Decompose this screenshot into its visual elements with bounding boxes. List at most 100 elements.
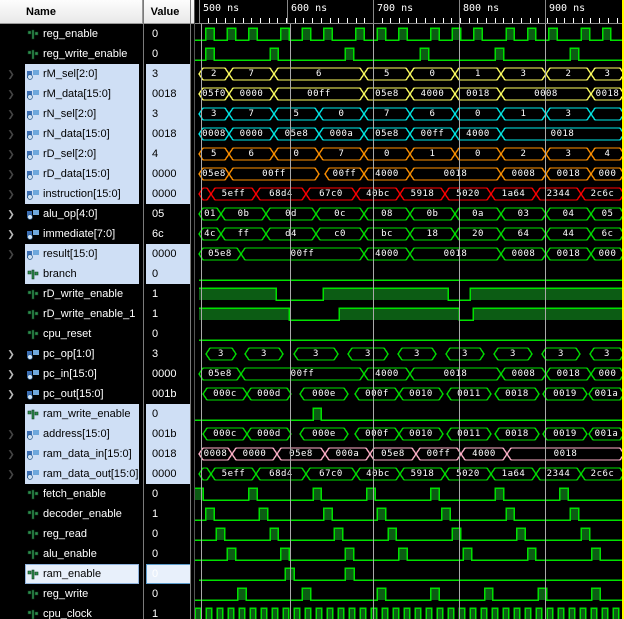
signal-name-cell[interactable]: reg_enable — [0, 24, 143, 44]
signal-row[interactable]: alu_enable 0 — [0, 544, 195, 564]
waveform-row[interactable] — [195, 544, 624, 564]
signal-name-cell[interactable]: reg_read — [0, 524, 143, 544]
signal-row[interactable]: ❯ rM_data[15:0] 0018 — [0, 84, 195, 104]
signal-row[interactable]: ❯ address[15:0] 001b — [0, 424, 195, 444]
signal-value-cell[interactable]: 0 — [143, 44, 195, 64]
waveform-row[interactable]: 5eff 68d4 67c0 40bc 5918 5020 1a64 2344 2c6c — [195, 184, 624, 204]
signal-row[interactable]: ❯ rM_sel[2:0] 3 — [0, 64, 195, 84]
signal-value-cell[interactable]: 0 — [143, 404, 195, 424]
signal-value-cell[interactable]: 05 — [143, 204, 195, 224]
signal-value-cell[interactable]: 001b — [143, 424, 195, 444]
signal-row[interactable]: ❯ immediate[7:0] 6c — [0, 224, 195, 244]
time-cursor[interactable] — [545, 24, 546, 619]
signal-value-cell[interactable]: 0 — [143, 484, 195, 504]
signal-value-cell[interactable]: 0000 — [143, 364, 195, 384]
signal-row[interactable]: ram_enable 0 — [0, 564, 195, 584]
signal-name-cell[interactable]: ❯ rM_data[15:0] — [0, 84, 143, 104]
signal-row[interactable]: ❯ rN_sel[2:0] 3 — [0, 104, 195, 124]
signal-name-cell[interactable]: reg_write_enable — [0, 44, 143, 64]
signal-value-cell[interactable]: 0000 — [143, 164, 195, 184]
waveform-row[interactable]: 05e8 00ff 4000 0018 0008 0018 000 — [195, 244, 624, 264]
signal-row[interactable]: ❯ rD_data[15:0] 0000 — [0, 164, 195, 184]
signal-name-cell[interactable]: ❯ immediate[7:0] — [0, 224, 143, 244]
signal-value-cell[interactable]: 0 — [143, 24, 195, 44]
time-ruler[interactable]: 500 ns 600 ns 700 ns 800 ns 900 ns — [195, 0, 624, 24]
chevron-right-icon[interactable]: ❯ — [5, 364, 17, 384]
signal-value-cell[interactable]: 1 — [143, 304, 195, 324]
waveform-row[interactable]: 3 7 5 0 7 6 0 1 3 — [195, 104, 624, 124]
signal-row[interactable]: decoder_enable 1 — [0, 504, 195, 524]
signal-row[interactable]: ❯ instruction[15:0] 0000 — [0, 184, 195, 204]
signal-value-cell[interactable]: 0000 — [143, 244, 195, 264]
waveform-row[interactable]: 05e8 00ff 4000 0018 0008 0018 000 — [195, 364, 624, 384]
chevron-right-icon[interactable]: ❯ — [5, 224, 17, 244]
signal-value-cell[interactable]: 3 — [143, 104, 195, 124]
waveform-row[interactable] — [195, 404, 624, 424]
waveform-row[interactable] — [195, 24, 624, 44]
signal-name-cell[interactable]: ❯ rD_data[15:0] — [0, 164, 143, 184]
signal-row[interactable]: ❯ pc_in[15:0] 0000 — [0, 364, 195, 384]
waveform-row[interactable] — [195, 44, 624, 64]
waveform-row[interactable] — [195, 304, 624, 324]
chevron-right-icon[interactable]: ❯ — [5, 384, 17, 404]
waveform-row[interactable]: 2 7 6 5 0 1 3 2 3 — [195, 64, 624, 84]
waveform-row[interactable]: 5 6 0 7 0 1 0 2 3 4 — [195, 144, 624, 164]
signal-name-cell[interactable]: ram_enable — [0, 564, 143, 584]
signal-row[interactable]: reg_write 0 — [0, 584, 195, 604]
signal-value-cell[interactable]: 0 — [143, 544, 195, 564]
waveform-row[interactable]: 05f0 0000 00ff 05e8 4000 0018 0008 0018 — [195, 84, 624, 104]
chevron-right-icon[interactable]: ❯ — [5, 164, 17, 184]
chevron-right-icon[interactable]: ❯ — [5, 444, 17, 464]
time-cursor[interactable] — [459, 24, 460, 619]
signal-row[interactable]: ❯ rN_data[15:0] 0018 — [0, 124, 195, 144]
signal-row[interactable]: cpu_clock 1 — [0, 604, 195, 619]
signal-value-cell[interactable]: 001b — [143, 384, 195, 404]
signal-row[interactable]: cpu_reset 0 — [0, 324, 195, 344]
waveform-row[interactable]: 4c ff d4 c0 bc 18 20 64 44 6c — [195, 224, 624, 244]
signal-name-cell[interactable]: reg_write — [0, 584, 143, 604]
waveform-row[interactable] — [195, 604, 624, 619]
signal-name-cell[interactable]: ❯ pc_op[1:0] — [0, 344, 143, 364]
signal-value-cell[interactable]: 1 — [143, 504, 195, 524]
signal-value-cell[interactable]: 0 — [143, 524, 195, 544]
signal-name-cell[interactable]: ram_write_enable — [0, 404, 143, 424]
signal-value-cell[interactable]: 1 — [143, 284, 195, 304]
signal-value-cell[interactable]: 0018 — [143, 124, 195, 144]
time-cursor[interactable] — [201, 24, 202, 619]
signal-name-cell[interactable]: ❯ rN_data[15:0] — [0, 124, 143, 144]
waveform-row[interactable] — [195, 484, 624, 504]
chevron-right-icon[interactable]: ❯ — [5, 344, 17, 364]
chevron-right-icon[interactable]: ❯ — [5, 244, 17, 264]
waveform-row[interactable] — [195, 284, 624, 304]
signal-row[interactable]: fetch_enable 0 — [0, 484, 195, 504]
chevron-right-icon[interactable]: ❯ — [5, 104, 17, 124]
chevron-right-icon[interactable]: ❯ — [5, 424, 17, 444]
signal-row[interactable]: reg_write_enable 0 — [0, 44, 195, 64]
chevron-right-icon[interactable]: ❯ — [5, 84, 17, 104]
waveform-row[interactable] — [195, 524, 624, 544]
signal-row[interactable]: ❯ pc_op[1:0] 3 — [0, 344, 195, 364]
signal-name-cell[interactable]: ❯ ram_data_out[15:0] — [0, 464, 143, 484]
signal-name-cell[interactable]: ❯ result[15:0] — [0, 244, 143, 264]
waveform-row[interactable] — [195, 264, 624, 284]
waveform-row[interactable]: 01 0b 0d 0c 08 0b 0a 03 04 05 — [195, 204, 624, 224]
signal-row[interactable]: ❯ rD_sel[2:0] 4 — [0, 144, 195, 164]
signal-value-cell[interactable]: 1 — [143, 604, 195, 619]
waveform-row[interactable]: 0008 0000 05e8 000a 05e8 00ff 4000 0018 — [195, 124, 624, 144]
signal-row[interactable]: ❯ result[15:0] 0000 — [0, 244, 195, 264]
chevron-right-icon[interactable]: ❯ — [5, 464, 17, 484]
signal-row[interactable]: rD_write_enable 1 — [0, 284, 195, 304]
signal-name-cell[interactable]: cpu_clock — [0, 604, 143, 619]
signal-row[interactable]: ram_write_enable 0 — [0, 404, 195, 424]
chevron-right-icon[interactable]: ❯ — [5, 204, 17, 224]
signal-row[interactable]: rD_write_enable_1 1 — [0, 304, 195, 324]
signal-value-cell[interactable]: 0 — [143, 584, 195, 604]
signal-name-cell[interactable]: rD_write_enable — [0, 284, 143, 304]
column-header-name[interactable]: Name — [0, 0, 143, 23]
signal-name-cell[interactable]: ❯ address[15:0] — [0, 424, 143, 444]
signal-name-cell[interactable]: ❯ alu_op[4:0] — [0, 204, 143, 224]
signal-value-cell[interactable]: 0 — [143, 264, 195, 284]
signal-name-cell[interactable]: ❯ ram_data_in[15:0] — [0, 444, 143, 464]
chevron-right-icon[interactable]: ❯ — [5, 144, 17, 164]
signal-name-cell[interactable]: ❯ pc_out[15:0] — [0, 384, 143, 404]
